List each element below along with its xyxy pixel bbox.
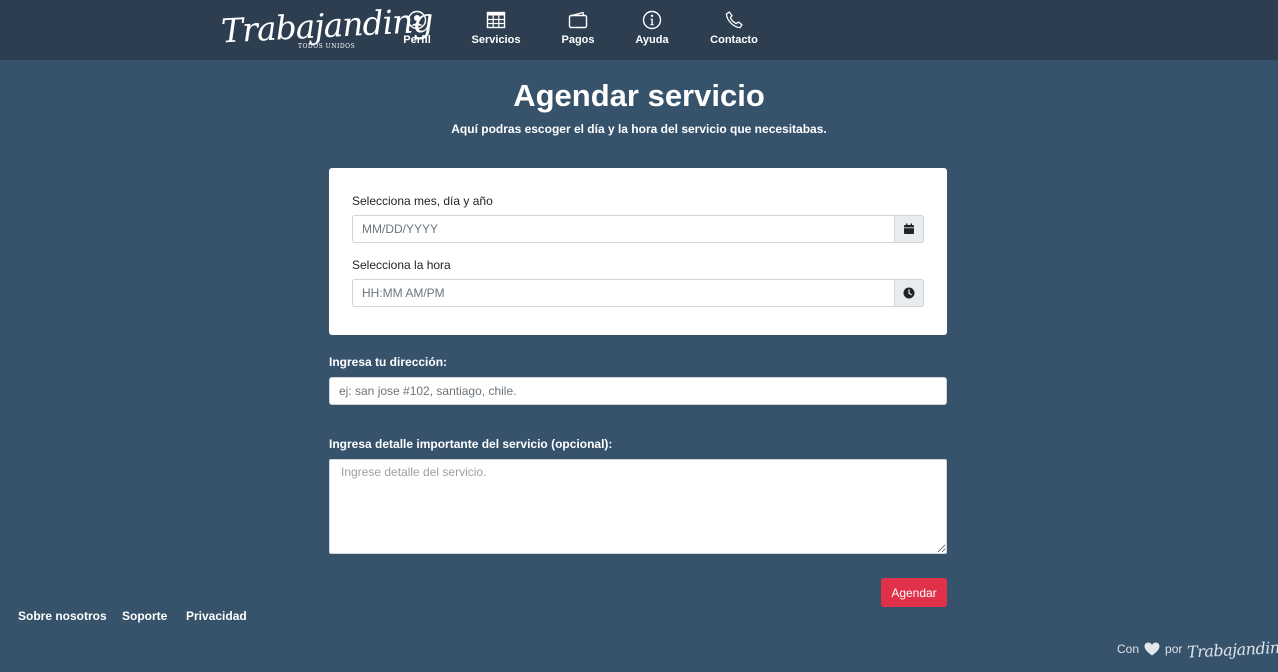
credit-middle: por <box>1165 642 1183 656</box>
agendar-button[interactable]: Agendar <box>881 578 947 607</box>
nav-item-servicios[interactable]: Servicios <box>456 10 536 50</box>
time-input-group <box>352 279 924 307</box>
wallet-icon <box>568 11 588 29</box>
nav-item-ayuda[interactable]: Ayuda <box>612 10 692 50</box>
credit-brand: Trabajanding <box>1186 636 1278 662</box>
nav-label-contacto: Contacto <box>710 34 758 46</box>
calendar-icon <box>904 223 914 234</box>
brand-tagline: TODOS UNIDOS <box>298 43 356 50</box>
nav-label-pagos: Pagos <box>561 34 595 46</box>
clock-icon <box>903 287 915 299</box>
details-label: Ingresa detalle importante del servicio … <box>329 437 613 451</box>
schedule-card: Selecciona mes, día y año Selecciona la … <box>329 168 947 335</box>
user-circle-icon <box>407 10 427 30</box>
address-label: Ingresa tu dirección: <box>329 355 448 369</box>
nav-label-perfil: Perfil <box>403 34 431 46</box>
phone-icon <box>725 11 743 29</box>
time-input[interactable] <box>352 279 894 307</box>
top-navbar: Trabajanding TODOS UNIDOS Perfil Servici… <box>0 0 1278 60</box>
credit-prefix: Con <box>1117 642 1140 656</box>
address-input[interactable] <box>329 377 947 405</box>
footer-link-soporte[interactable]: Soporte <box>122 609 167 623</box>
nav-label-servicios: Servicios <box>471 34 521 46</box>
footer-link-sobre-nosotros[interactable]: Sobre nosotros <box>18 609 107 623</box>
date-input-group <box>352 215 924 243</box>
details-textarea[interactable] <box>329 459 947 554</box>
info-circle-icon <box>642 10 662 30</box>
brand-logo[interactable]: Trabajanding TODOS UNIDOS <box>220 0 433 54</box>
time-label: Selecciona la hora <box>352 258 451 272</box>
date-input[interactable] <box>352 215 894 243</box>
nav-item-contacto[interactable]: Contacto <box>694 10 774 50</box>
nav-item-perfil[interactable]: Perfil <box>377 10 457 50</box>
heart-icon <box>1144 642 1160 656</box>
table-grid-icon <box>486 11 506 29</box>
nav-label-ayuda: Ayuda <box>635 34 669 46</box>
page-title: Agendar servicio <box>513 78 765 113</box>
date-picker-button[interactable] <box>894 215 924 243</box>
nav-item-pagos[interactable]: Pagos <box>538 10 618 50</box>
footer-link-privacidad[interactable]: Privacidad <box>186 609 247 623</box>
page-subtitle: Aquí podras escoger el día y la hora del… <box>451 122 827 136</box>
footer-credit: Con por Trabajanding <box>1117 636 1278 662</box>
time-picker-button[interactable] <box>894 279 924 307</box>
date-label: Selecciona mes, día y año <box>352 194 493 208</box>
